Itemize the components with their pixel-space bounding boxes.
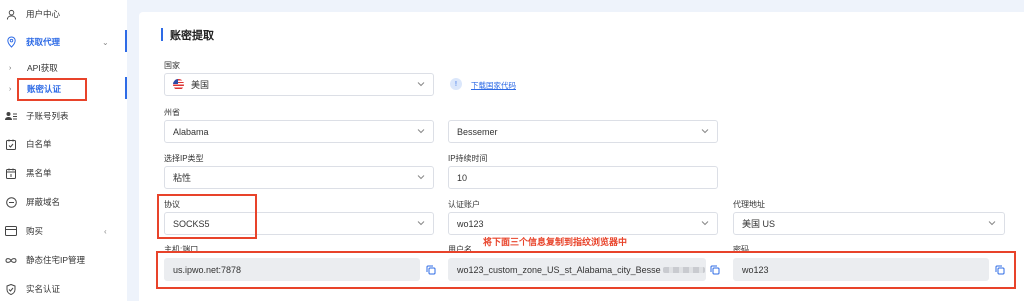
username-value: wo123_custom_zone_US_st_Alabama_city_Bes… [457,264,661,275]
proxy-address-value: 美国 US [742,219,776,229]
us-flag-icon [173,79,184,90]
chevron-down-icon [417,221,425,226]
ip-type-label: 选择IP类型 [164,154,204,163]
redacted-text [662,266,705,273]
copy-icon[interactable] [995,265,1005,275]
sidebar-item-label: 子账号列表 [26,111,69,121]
country-label: 国家 [164,61,180,70]
state-label: 州省 [164,108,180,117]
sidebar-item-verification[interactable]: 实名认证 [0,279,127,299]
state-select[interactable]: Alabama [164,120,434,143]
proxy-address-label: 代理地址 [733,200,765,209]
country-value: 美国 [191,80,210,90]
sidebar-item-label: 屏蔽域名 [26,197,61,207]
sidebar-item-subaccounts[interactable]: 子账号列表 [0,106,127,126]
account-select[interactable]: wo123 [448,212,718,235]
active-indicator [125,77,127,99]
password-value: wo123 [742,264,769,275]
chevron-down-icon [701,221,709,226]
sidebar-item-label: 账密认证 [27,84,62,94]
sidebar-item-label: 实名认证 [26,284,61,294]
username-field[interactable]: wo123_custom_zone_US_st_Alabama_city_Bes… [448,258,706,281]
chevron-left-icon: ‹ [104,226,107,236]
password-field[interactable]: wo123 [733,258,989,281]
sidebar-item-label: 购买 [26,226,44,236]
annotation-text: 将下面三个信息复制到指纹浏览器中 [483,237,628,247]
username-label: 用户名 [448,245,472,254]
protocol-select[interactable]: SOCKS5 [164,212,434,235]
user-icon [5,8,17,20]
copy-icon[interactable] [710,265,720,275]
sidebar-item-api[interactable]: › API获取 [0,58,127,78]
clipboard-check-icon [5,138,17,150]
user-list-icon [5,110,17,122]
sidebar-item-get-proxy[interactable]: 获取代理 ⌄ [0,32,127,52]
account-label: 认证账户 [448,200,480,209]
sidebar-item-label: 黑名单 [26,168,52,178]
sidebar-item-label: 静态住宅IP管理 [26,255,86,265]
ip-type-value: 粘性 [173,173,192,183]
sidebar-item-whitelist[interactable]: 白名单 [0,134,127,154]
active-indicator [125,30,127,52]
ip-type-select[interactable]: 粘性 [164,166,434,189]
host-label: 主机:端口 [164,245,199,254]
sidebar-item-static-ip[interactable]: 静态住宅IP管理 [0,250,127,270]
chevron-down-icon [417,82,425,87]
duration-value: 10 [457,172,468,183]
page-title: 账密提取 [170,30,214,42]
infinity-icon [5,254,17,266]
sidebar-item-user-center[interactable]: 用户中心 [0,4,127,24]
sidebar-item-label: 用户中心 [26,9,61,19]
password-label: 密码 [733,245,749,254]
duration-input[interactable]: 10 [448,166,718,189]
country-select[interactable]: 美国 [164,73,434,96]
copy-icon[interactable] [426,265,436,275]
calendar-icon [5,167,17,179]
sidebar-item-label: 白名单 [26,139,52,149]
account-value: wo123 [457,218,484,229]
shield-icon [5,283,17,295]
bullet-icon: › [9,64,12,72]
host-port-field[interactable]: us.ipwo.net:7878 [164,258,420,281]
sidebar-item-buy[interactable]: 购买 ‹ [0,221,127,241]
chevron-down-icon: ⌄ [102,37,109,47]
chevron-down-icon [417,129,425,134]
location-pin-icon [5,36,17,48]
state-value: Alabama [173,126,209,137]
info-icon: ! [450,78,462,90]
sidebar-item-blacklist[interactable]: 黑名单 [0,163,127,183]
minus-circle-icon [5,196,17,208]
bullet-icon: › [9,85,12,93]
sidebar-item-blocked-domains[interactable]: 屏蔽域名 [0,192,127,212]
protocol-label: 协议 [164,200,180,209]
city-select[interactable]: Bessemer [448,120,718,143]
host-port-value: us.ipwo.net:7878 [173,264,242,275]
chevron-down-icon [988,221,996,226]
title-accent-bar [161,28,163,41]
sidebar-item-label: API获取 [27,63,58,73]
sidebar: 用户中心 获取代理 ⌄ › API获取 › 账密认证 子账号列表 白名单 黑名单… [0,0,127,301]
sidebar-item-label: 获取代理 [26,37,61,47]
duration-label: IP持续时间 [448,154,488,163]
protocol-value: SOCKS5 [173,218,210,229]
sidebar-item-auth[interactable]: › 账密认证 [0,79,127,99]
chevron-down-icon [417,175,425,180]
chevron-down-icon [701,129,709,134]
city-value: Bessemer [457,126,498,137]
proxy-address-select[interactable]: 美国 US [733,212,1005,235]
download-country-code-link[interactable]: 下载国家代码 [471,80,516,91]
card-icon [5,225,17,237]
